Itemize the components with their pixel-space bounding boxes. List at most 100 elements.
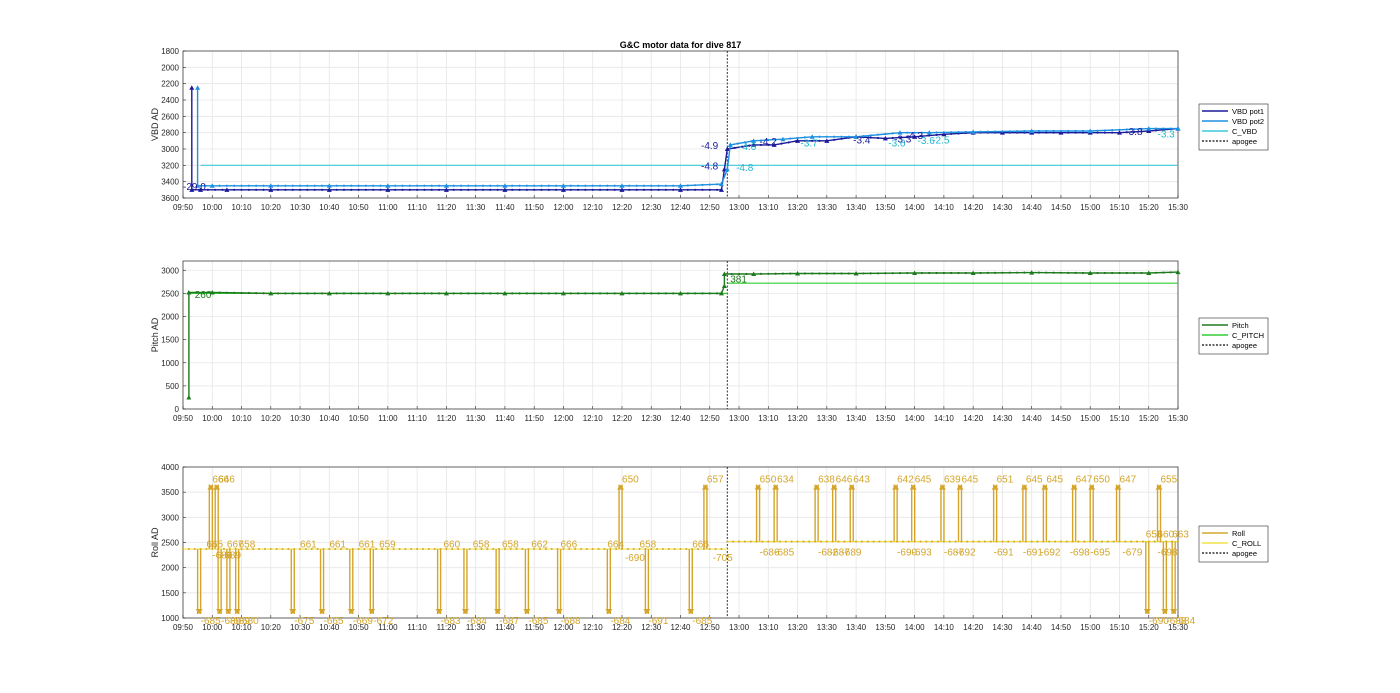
legend-label: apogee [1232, 137, 1257, 146]
x-tick-label: 15:00 [1080, 623, 1101, 632]
series-sample [306, 184, 309, 187]
roll-sample [825, 540, 828, 543]
roll-sample [591, 548, 594, 551]
y-tick-label: 1800 [161, 47, 179, 56]
series-sample [401, 184, 404, 187]
x-tick-label: 13:50 [875, 623, 896, 632]
series-sample [606, 188, 609, 191]
roll-sample [907, 540, 910, 543]
roll-label: -698 [1070, 548, 1090, 559]
roll-sample [919, 540, 922, 543]
data-annotation: -4.8 [736, 163, 754, 174]
roll-label: -672 [373, 616, 393, 627]
x-tick-label: 14:40 [1022, 203, 1043, 212]
series-sample [950, 131, 953, 134]
series-sample [591, 292, 594, 295]
series-sample [489, 292, 492, 295]
series-sample [214, 188, 217, 191]
series-sample [854, 272, 858, 275]
series-sample [255, 292, 258, 295]
series-sample [335, 188, 338, 191]
roll-sample [1059, 540, 1062, 543]
series-sample [635, 292, 638, 295]
series-sample [620, 188, 624, 191]
series-sample [533, 184, 536, 187]
series-sample [511, 188, 514, 191]
roll-label: -691 [994, 548, 1014, 559]
series-sample [562, 184, 565, 187]
roll-panel: 09:50 10:00 10:10 10:20 10:30 10:40 10:50 11:00… [150, 463, 1269, 632]
roll-sample [855, 540, 858, 543]
x-tick-label: 10:30 [290, 414, 311, 423]
y-tick-label: 1000 [161, 614, 179, 623]
roll-label: 650 [760, 475, 777, 486]
roll-sample [954, 540, 957, 543]
series-sample [423, 188, 426, 191]
roll-sample [1153, 540, 1156, 543]
chart-title: G&C motor data for dive 817 [620, 40, 742, 50]
series-sample [1103, 129, 1106, 132]
x-tick-label: 12:30 [641, 203, 662, 212]
roll-label: 650 [622, 475, 639, 486]
series-sample [1067, 271, 1070, 274]
series-sample [935, 271, 938, 275]
roll-sample [843, 540, 846, 543]
series-sample [1081, 129, 1084, 133]
series-sample [350, 292, 353, 295]
roll-label: -692 [956, 548, 976, 559]
series-sample [650, 184, 653, 187]
series-sample [657, 184, 660, 187]
series-sample [708, 183, 711, 186]
series-sample [708, 188, 711, 191]
series-sample [708, 292, 711, 295]
series-sample [357, 184, 360, 187]
series-sample [993, 271, 997, 274]
series-sample [650, 188, 653, 191]
series-sample [774, 272, 777, 275]
y-tick-label: 2200 [161, 80, 179, 89]
roll-sample [708, 548, 711, 551]
x-tick-label: 13:40 [846, 203, 867, 212]
series-sample [780, 142, 783, 145]
series-sample [474, 184, 477, 187]
x-tick-label: 13:50 [875, 414, 896, 423]
series-sample [869, 272, 872, 275]
series-sample [694, 184, 697, 187]
series-sample [511, 292, 514, 295]
series-sample [255, 188, 258, 191]
y-tick-label: 3000 [161, 266, 179, 275]
series-sample [291, 292, 294, 295]
y-tick-label: 2000 [161, 63, 179, 72]
series-sample [328, 292, 331, 295]
x-tick-label: 13:10 [758, 203, 779, 212]
series-sample [723, 272, 726, 276]
series-sample [416, 188, 419, 191]
x-tick-label: 10:40 [319, 414, 340, 423]
series-sample [1133, 271, 1136, 275]
roll-label: 645 [1046, 475, 1063, 486]
series-sample [423, 184, 426, 187]
series-sample [1111, 271, 1114, 275]
series-sample [525, 188, 528, 191]
series-sample [1052, 271, 1055, 274]
series-sample [686, 188, 689, 191]
series-sample [518, 188, 521, 191]
series-sample [598, 188, 602, 191]
series-sample [576, 292, 580, 295]
y-axis-label: Pitch AD [150, 317, 160, 352]
roll-label: 666 [561, 540, 578, 551]
series-sample [1081, 271, 1084, 275]
series-sample [884, 272, 887, 275]
series-sample [233, 291, 236, 294]
series-sample [920, 271, 924, 275]
x-tick-label: 11:30 [466, 414, 486, 423]
roll-sample [872, 540, 875, 543]
series-sample [1147, 271, 1150, 275]
y-tick-label: 1500 [161, 336, 179, 345]
roll-label: 647 [1076, 475, 1093, 486]
series-sample [723, 168, 726, 171]
roll-sample [685, 548, 688, 551]
series-sample [1154, 271, 1158, 274]
roll-sample [931, 540, 934, 543]
x-tick-label: 14:00 [905, 414, 926, 423]
